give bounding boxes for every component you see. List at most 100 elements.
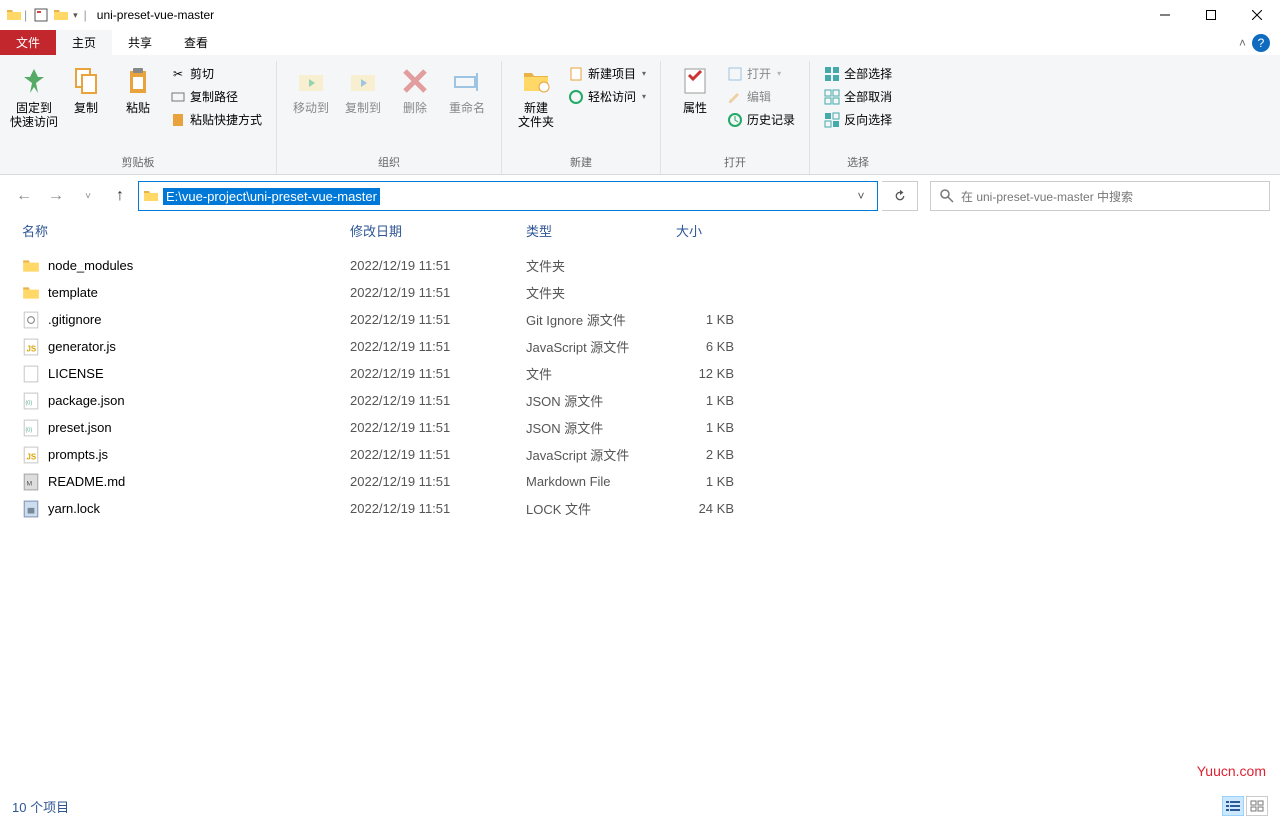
window-title: uni-preset-vue-master — [97, 8, 214, 22]
move-to-button[interactable]: 移动到 — [285, 61, 337, 119]
file-icon: {0} — [22, 419, 40, 437]
group-new: 新建 文件夹 新建项目▾ 轻松访问▾ 新建 — [502, 61, 661, 174]
maximize-button[interactable] — [1188, 0, 1234, 30]
watermark: Yuucn.com — [1197, 763, 1266, 779]
svg-text:JS: JS — [27, 452, 37, 461]
ribbon-collapse-icon[interactable]: ˄ — [1239, 36, 1246, 50]
paste-button[interactable]: 粘贴 — [112, 61, 164, 119]
file-date: 2022/12/19 11:51 — [350, 474, 526, 489]
ribbon-tabs: 文件 主页 共享 查看 ˄ ? — [0, 30, 1280, 55]
paste-icon — [122, 65, 154, 97]
back-button[interactable]: ← — [10, 182, 38, 210]
edit-icon — [727, 89, 743, 105]
copy-path-button[interactable]: 复制路径 — [166, 86, 266, 107]
invert-selection-button[interactable]: 反向选择 — [820, 109, 896, 130]
up-button[interactable]: ↑ — [106, 182, 134, 210]
qat-properties-icon[interactable] — [33, 7, 49, 23]
file-name: yarn.lock — [48, 501, 350, 516]
tab-file[interactable]: 文件 — [0, 30, 56, 55]
rename-button[interactable]: 重命名 — [441, 61, 493, 119]
titlebar: | ▾ | uni-preset-vue-master — [0, 0, 1280, 30]
group-label-select: 选择 — [847, 152, 869, 174]
new-folder-button[interactable]: 新建 文件夹 — [510, 61, 562, 134]
file-icon — [22, 311, 40, 329]
file-row[interactable]: {0}preset.json2022/12/19 11:51JSON 源文件1 … — [0, 414, 1280, 441]
select-none-button[interactable]: 全部取消 — [820, 86, 896, 107]
new-item-button[interactable]: 新建项目▾ — [564, 63, 650, 84]
easy-access-icon — [568, 89, 584, 105]
file-row[interactable]: .gitignore2022/12/19 11:51Git Ignore 源文件… — [0, 306, 1280, 333]
file-name: package.json — [48, 393, 350, 408]
address-path: E:\vue-project\uni-preset-vue-master — [163, 188, 380, 205]
file-size: 1 KB — [676, 474, 764, 489]
header-size[interactable]: 大小 — [676, 221, 764, 240]
open-button[interactable]: 打开▾ — [723, 63, 799, 84]
group-label-organize: 组织 — [378, 152, 400, 174]
file-row[interactable]: JSprompts.js2022/12/19 11:51JavaScript 源… — [0, 441, 1280, 468]
large-icons-view-button[interactable] — [1246, 796, 1268, 816]
file-type: Markdown File — [526, 474, 676, 489]
address-bar[interactable]: E:\vue-project\uni-preset-vue-master ˅ — [138, 181, 878, 211]
pin-to-quick-access-button[interactable]: 固定到 快速访问 — [8, 61, 60, 134]
select-none-icon — [824, 89, 840, 105]
file-icon — [22, 257, 40, 275]
properties-button[interactable]: 属性 — [669, 61, 721, 119]
tab-view[interactable]: 查看 — [168, 30, 224, 55]
file-size: 6 KB — [676, 339, 764, 354]
file-type: LOCK 文件 — [526, 499, 676, 518]
file-type: JSON 源文件 — [526, 391, 676, 410]
file-name: preset.json — [48, 420, 350, 435]
file-row[interactable]: JSgenerator.js2022/12/19 11:51JavaScript… — [0, 333, 1280, 360]
file-date: 2022/12/19 11:51 — [350, 501, 526, 516]
search-box[interactable]: 在 uni-preset-vue-master 中搜索 — [930, 181, 1270, 211]
select-all-button[interactable]: 全部选择 — [820, 63, 896, 84]
forward-button[interactable]: → — [42, 182, 70, 210]
file-type: JSON 源文件 — [526, 418, 676, 437]
rename-icon — [451, 65, 483, 97]
file-row[interactable]: {0}package.json2022/12/19 11:51JSON 源文件1… — [0, 387, 1280, 414]
paste-shortcut-button[interactable]: 粘贴快捷方式 — [166, 109, 266, 130]
status-item-count: 10 个项目 — [12, 797, 69, 816]
recent-locations-button[interactable]: ˅ — [74, 182, 102, 210]
file-size: 2 KB — [676, 447, 764, 462]
copy-to-button[interactable]: 复制到 — [337, 61, 389, 119]
file-row[interactable]: yarn.lock2022/12/19 11:51LOCK 文件24 KB — [0, 495, 1280, 522]
column-headers: 名称 修改日期 类型 大小 — [0, 217, 1280, 246]
file-type: 文件夹 — [526, 256, 676, 275]
file-name: README.md — [48, 474, 350, 489]
refresh-button[interactable] — [882, 181, 918, 211]
close-button[interactable] — [1234, 0, 1280, 30]
header-type[interactable]: 类型 — [526, 221, 676, 240]
file-date: 2022/12/19 11:51 — [350, 258, 526, 273]
tab-home[interactable]: 主页 — [56, 30, 112, 55]
search-icon — [939, 188, 955, 204]
header-name[interactable]: 名称 — [22, 221, 350, 240]
quick-access-toolbar: ▾ — [29, 7, 82, 23]
file-row[interactable]: MREADME.md2022/12/19 11:51Markdown File1… — [0, 468, 1280, 495]
group-open: 属性 打开▾ 编辑 历史记录 打开 — [661, 61, 810, 174]
file-row[interactable]: node_modules2022/12/19 11:51文件夹 — [0, 252, 1280, 279]
copy-button[interactable]: 复制 — [60, 61, 112, 119]
delete-button[interactable]: 删除 — [389, 61, 441, 119]
cut-button[interactable]: ✂剪切 — [166, 63, 266, 84]
easy-access-button[interactable]: 轻松访问▾ — [564, 86, 650, 107]
qat-dropdown-icon[interactable]: ▾ — [73, 10, 78, 21]
navbar: ← → ˅ ↑ E:\vue-project\uni-preset-vue-ma… — [0, 175, 1280, 217]
address-dropdown-icon[interactable]: ˅ — [849, 189, 873, 203]
file-name: prompts.js — [48, 447, 350, 462]
file-type: JavaScript 源文件 — [526, 337, 676, 356]
qat-new-folder-icon[interactable] — [53, 7, 69, 23]
file-icon — [22, 500, 40, 518]
file-row[interactable]: template2022/12/19 11:51文件夹 — [0, 279, 1280, 306]
tab-share[interactable]: 共享 — [112, 30, 168, 55]
minimize-button[interactable] — [1142, 0, 1188, 30]
edit-button[interactable]: 编辑 — [723, 86, 799, 107]
file-row[interactable]: LICENSE2022/12/19 11:51文件12 KB — [0, 360, 1280, 387]
history-button[interactable]: 历史记录 — [723, 109, 799, 130]
move-to-icon — [295, 65, 327, 97]
invert-selection-icon — [824, 112, 840, 128]
help-icon[interactable]: ? — [1252, 34, 1270, 52]
history-icon — [727, 112, 743, 128]
details-view-button[interactable] — [1222, 796, 1244, 816]
header-date[interactable]: 修改日期 — [350, 221, 526, 240]
